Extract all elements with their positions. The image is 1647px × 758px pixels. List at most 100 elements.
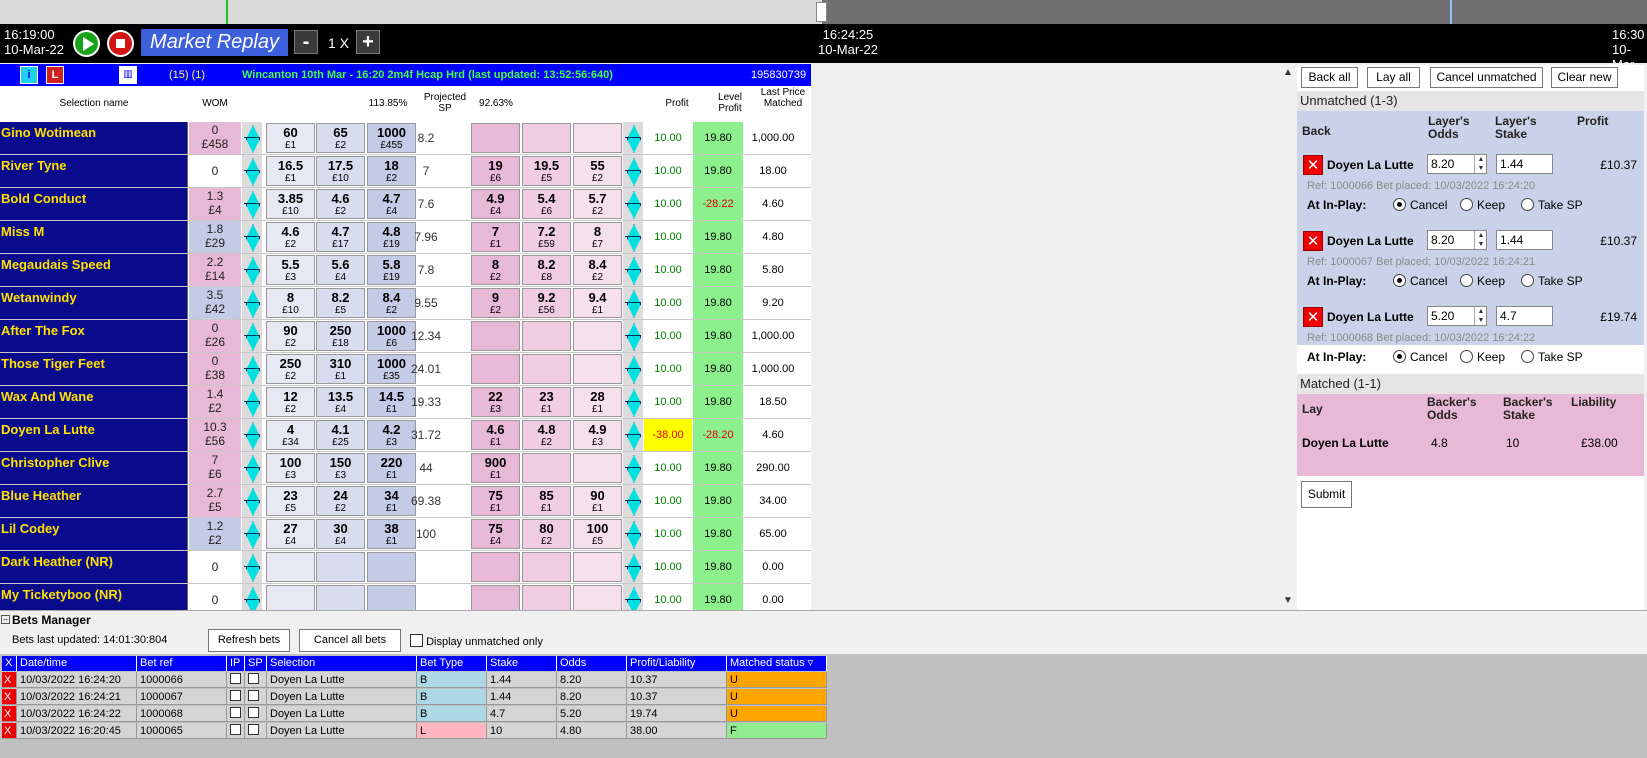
bets-column-header[interactable]: Selection xyxy=(267,656,417,671)
bet-stake-input[interactable]: 1.44 xyxy=(1496,154,1553,174)
cancel-bet-icon[interactable]: X xyxy=(2,723,17,739)
back-price-cell[interactable]: 8.2 £5 xyxy=(316,288,365,318)
back-price-cell[interactable]: 4.6 £2 xyxy=(316,189,365,219)
stop-button[interactable] xyxy=(107,30,134,57)
lay-price-cell[interactable]: 8 £7 xyxy=(573,222,622,252)
sp-checkbox[interactable] xyxy=(245,689,267,705)
back-price-cell[interactable]: 90 £2 xyxy=(266,321,315,351)
back-scroll-arrow-icon[interactable] xyxy=(242,254,262,286)
play-button[interactable] xyxy=(73,30,100,57)
speed-increase-button[interactable]: + xyxy=(356,30,380,54)
lay-price-cell[interactable]: 5.4 £6 xyxy=(522,189,571,219)
back-price-cell[interactable]: 3.85 £10 xyxy=(266,189,315,219)
cancel-unmatched-button[interactable]: Cancel unmatched xyxy=(1430,67,1543,88)
inplay-cancel-radio[interactable]: Cancel xyxy=(1393,350,1447,364)
runner-name[interactable]: Christopher Clive xyxy=(0,452,188,484)
checkbox-icon[interactable] xyxy=(248,724,259,735)
runner-name[interactable]: River Tyne xyxy=(0,155,188,187)
inplay-takesp-radio[interactable]: Take SP xyxy=(1521,274,1583,288)
lay-price-cell[interactable]: 23 £1 xyxy=(522,387,571,417)
bet-row[interactable]: X 10/03/2022 16:24:20 1000066 Doyen La Lutt… xyxy=(0,672,827,689)
bets-column-header[interactable]: X xyxy=(2,656,17,671)
cancel-all-bets-button[interactable]: Cancel all bets xyxy=(299,629,401,652)
odds-spinner-icon[interactable]: ▲ ▼ xyxy=(1474,231,1487,249)
lay-scroll-arrow-icon[interactable] xyxy=(623,287,643,319)
back-price-cell[interactable]: 8 £10 xyxy=(266,288,315,318)
lay-price-cell[interactable]: 28 £1 xyxy=(573,387,622,417)
lay-mode-button[interactable]: L xyxy=(46,66,64,84)
back-price-cell[interactable] xyxy=(316,552,365,582)
back-scroll-arrow-icon[interactable] xyxy=(242,518,262,550)
lay-price-cell[interactable]: 90 £1 xyxy=(573,486,622,516)
cancel-bet-icon[interactable]: ✕ xyxy=(1303,231,1323,251)
back-price-cell[interactable]: 5.5 £3 xyxy=(266,255,315,285)
lay-price-cell[interactable] xyxy=(573,123,622,153)
bet-row[interactable]: X 10/03/2022 16:24:22 1000068 Doyen La Lutt… xyxy=(0,706,827,723)
refresh-bets-button[interactable]: Refresh bets xyxy=(208,629,290,652)
timeline-thumb[interactable] xyxy=(816,2,827,22)
cancel-bet-icon[interactable]: ✕ xyxy=(1303,155,1323,175)
cancel-bet-icon[interactable]: X xyxy=(2,706,17,722)
back-scroll-arrow-icon[interactable] xyxy=(242,452,262,484)
display-unmatched-toggle[interactable]: Display unmatched only xyxy=(410,634,543,648)
bets-column-header[interactable]: SP xyxy=(245,656,267,671)
runner-name[interactable]: Gino Wotimean xyxy=(0,122,188,154)
replay-timeline[interactable] xyxy=(0,0,1647,24)
speed-decrease-button[interactable]: - xyxy=(294,30,318,54)
lay-scroll-arrow-icon[interactable] xyxy=(623,155,643,187)
back-scroll-arrow-icon[interactable] xyxy=(242,188,262,220)
lay-scroll-arrow-icon[interactable] xyxy=(623,254,643,286)
lay-scroll-arrow-icon[interactable] xyxy=(623,386,643,418)
back-scroll-arrow-icon[interactable] xyxy=(242,122,262,154)
lay-price-cell[interactable] xyxy=(471,123,520,153)
bets-column-header[interactable]: Date/time xyxy=(17,656,137,671)
lay-scroll-arrow-icon[interactable] xyxy=(623,221,643,253)
cancel-bet-icon[interactable]: ✕ xyxy=(1303,307,1323,327)
ip-checkbox[interactable] xyxy=(227,706,245,722)
lay-price-cell[interactable]: 55 £2 xyxy=(573,156,622,186)
back-price-cell[interactable]: 4.7 £17 xyxy=(316,222,365,252)
cancel-bet-icon[interactable]: X xyxy=(2,672,17,688)
collapse-icon[interactable]: – xyxy=(1,615,10,624)
lay-price-cell[interactable] xyxy=(522,552,571,582)
lay-price-cell[interactable]: 4.9 £3 xyxy=(573,420,622,450)
back-price-cell[interactable]: 4.6 £2 xyxy=(266,222,315,252)
bets-column-header[interactable]: IP xyxy=(227,656,245,671)
lay-price-cell[interactable]: 22 £3 xyxy=(471,387,520,417)
lay-price-cell[interactable]: 19 £6 xyxy=(471,156,520,186)
back-scroll-arrow-icon[interactable] xyxy=(242,320,262,352)
display-unmatched-checkbox[interactable] xyxy=(410,634,423,647)
bets-column-header[interactable]: Odds xyxy=(557,656,627,671)
back-price-cell[interactable]: 27 £4 xyxy=(266,519,315,549)
inplay-keep-radio[interactable]: Keep xyxy=(1460,350,1505,364)
lay-price-cell[interactable]: 5.7 £2 xyxy=(573,189,622,219)
runner-name[interactable]: Miss M xyxy=(0,221,188,253)
lay-price-cell[interactable]: 80 £2 xyxy=(522,519,571,549)
checkbox-icon[interactable] xyxy=(230,707,241,718)
lay-price-cell[interactable]: 7 £1 xyxy=(471,222,520,252)
lay-price-cell[interactable] xyxy=(573,453,622,483)
lay-price-cell[interactable] xyxy=(471,552,520,582)
inplay-keep-radio[interactable]: Keep xyxy=(1460,274,1505,288)
inplay-keep-radio[interactable]: Keep xyxy=(1460,198,1505,212)
runner-name[interactable]: Doyen La Lutte xyxy=(0,419,188,451)
lay-price-cell[interactable]: 8.4 £2 xyxy=(573,255,622,285)
lay-scroll-arrow-icon[interactable] xyxy=(623,551,643,583)
lay-price-cell[interactable]: 75 £1 xyxy=(471,486,520,516)
runner-name[interactable]: Lil Codey xyxy=(0,518,188,550)
lay-price-cell[interactable]: 100 £5 xyxy=(573,519,622,549)
lay-scroll-arrow-icon[interactable] xyxy=(623,419,643,451)
checkbox-icon[interactable] xyxy=(230,724,241,735)
lay-all-button[interactable]: Lay all xyxy=(1367,67,1420,88)
scroll-up-icon[interactable]: ▲ xyxy=(1283,67,1293,78)
runner-name[interactable]: After The Fox xyxy=(0,320,188,352)
lay-price-cell[interactable]: 85 £1 xyxy=(522,486,571,516)
odds-spinner-icon[interactable]: ▲ ▼ xyxy=(1474,155,1487,173)
bet-stake-input[interactable]: 1.44 xyxy=(1496,230,1553,250)
runner-name[interactable]: Megaudais Speed xyxy=(0,254,188,286)
back-price-cell[interactable]: 100 £3 xyxy=(266,453,315,483)
lay-price-cell[interactable]: 4.9 £4 xyxy=(471,189,520,219)
back-price-cell[interactable]: 4 £34 xyxy=(266,420,315,450)
lay-scroll-arrow-icon[interactable] xyxy=(623,188,643,220)
runner-name[interactable]: Those Tiger Feet xyxy=(0,353,188,385)
